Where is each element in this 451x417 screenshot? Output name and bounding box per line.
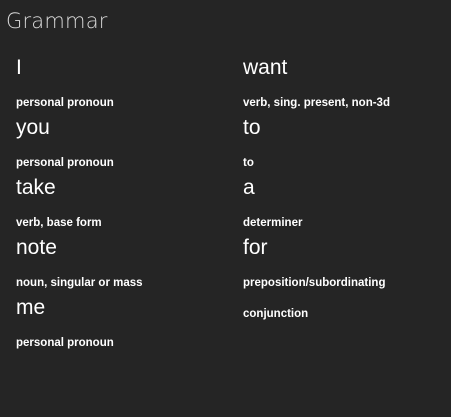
token-word: want: [243, 56, 288, 79]
token-entry: want verb, sing. present, non-3d: [243, 54, 443, 114]
token-tag: verb, sing. present, non-3d: [243, 97, 390, 109]
token-word: for: [243, 236, 268, 259]
token-word: a: [243, 176, 255, 199]
token-tag: verb, base form: [16, 217, 102, 229]
token-word: me: [16, 296, 46, 319]
token-tag: determiner: [243, 217, 303, 229]
token-entry: you personal pronoun: [16, 114, 236, 174]
token-tag: personal pronoun: [16, 97, 114, 109]
panel-title: Grammar: [6, 9, 108, 33]
token-entry: a determiner: [243, 174, 443, 234]
token-tag: noun, singular or mass: [16, 277, 143, 289]
token-tag: preposition/subordinating: [243, 277, 386, 289]
token-word: I: [16, 56, 22, 79]
token-word: take: [16, 176, 56, 199]
grammar-panel: Grammar I personal pronoun you personal …: [0, 0, 451, 417]
token-word: you: [16, 116, 50, 139]
token-tag: personal pronoun: [16, 157, 114, 169]
token-word: to: [243, 116, 261, 139]
token-entry: me personal pronoun: [16, 294, 236, 354]
token-tag-continuation: conjunction: [243, 308, 309, 320]
token-entry: I personal pronoun: [16, 54, 236, 114]
token-tag: personal pronoun: [16, 337, 114, 349]
token-tag: to: [243, 157, 254, 169]
token-word: note: [16, 236, 57, 259]
token-entry: take verb, base form: [16, 174, 236, 234]
token-column-left: I personal pronoun you personal pronoun …: [16, 54, 236, 354]
token-entry: to to: [243, 114, 443, 174]
token-column-right: want verb, sing. present, non-3d to to a…: [243, 54, 443, 294]
token-entry: for preposition/subordinating: [243, 234, 443, 294]
token-entry: note noun, singular or mass: [16, 234, 236, 294]
